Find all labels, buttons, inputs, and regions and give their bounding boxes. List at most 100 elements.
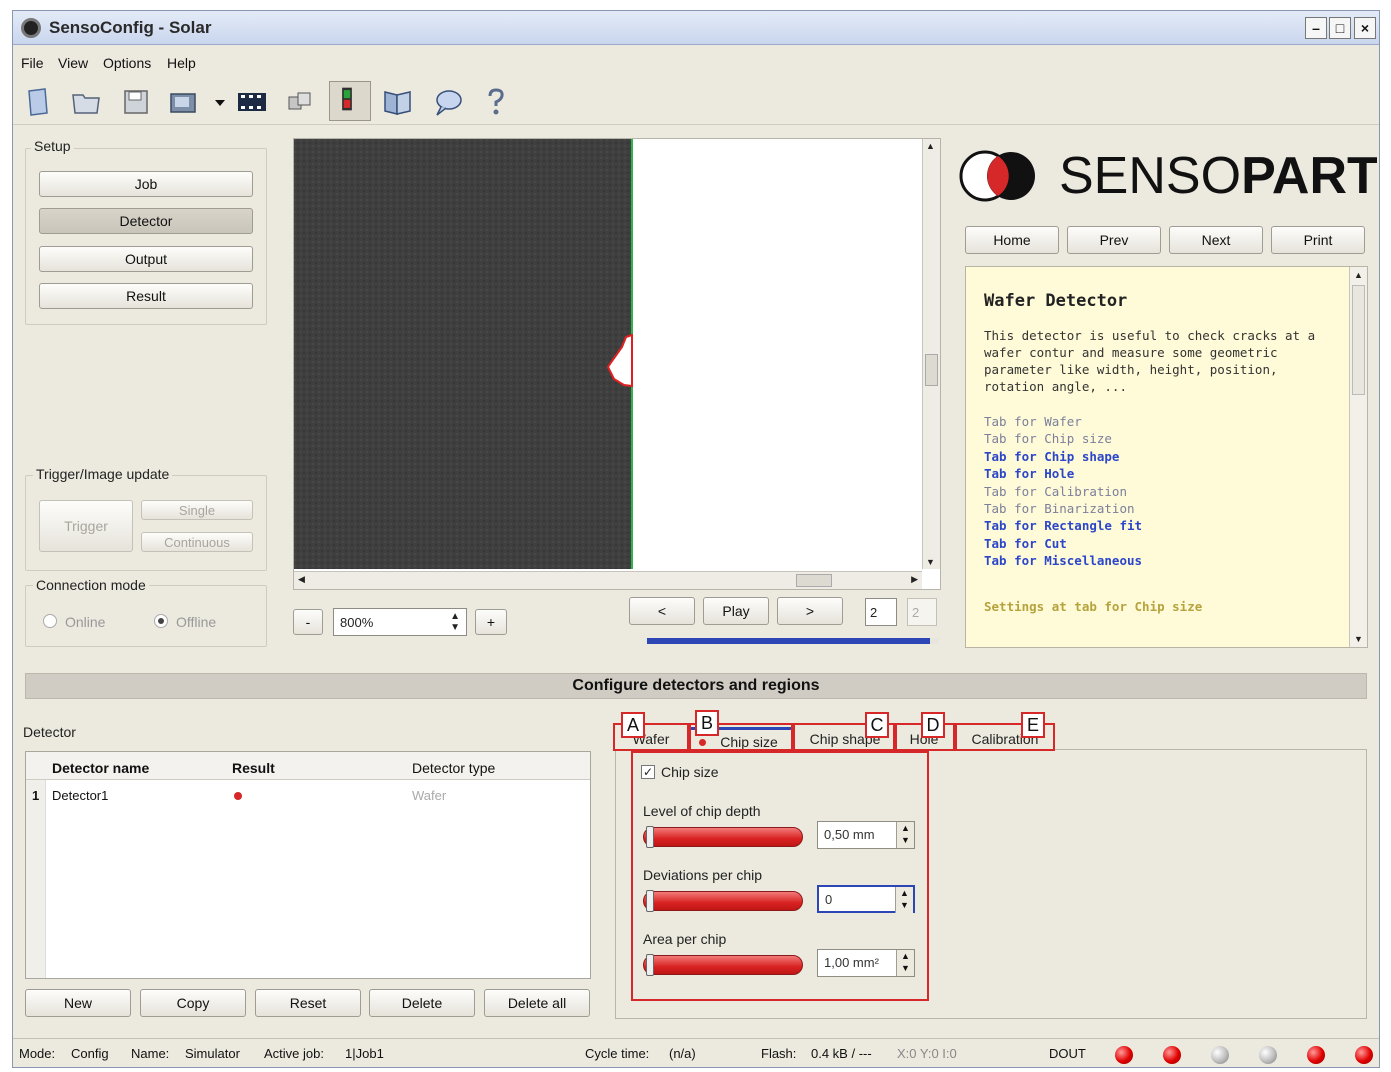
help-panel: Wafer Detector This detector is useful t… (965, 266, 1368, 648)
detector-name-cell[interactable]: Detector1 (52, 788, 108, 803)
next-frame-button[interactable]: > (777, 597, 843, 625)
reset-detector-button[interactable]: Reset (255, 989, 361, 1017)
open-icon[interactable] (69, 85, 103, 119)
deviations-slider[interactable] (643, 890, 803, 912)
chip-depth-value: 0,50 mm (824, 827, 875, 842)
active-job-value: 1|Job1 (345, 1046, 384, 1061)
detector-panel-label: Detector (23, 724, 76, 740)
marker-c: C (865, 712, 889, 738)
title-bar: SensoConfig - Solar – □ × (13, 11, 1379, 45)
save-icon[interactable] (119, 85, 153, 119)
cycle-time-value: (n/a) (669, 1046, 696, 1061)
flash-value: 0.4 kB / --- (811, 1046, 872, 1061)
dout-label: DOUT (1049, 1046, 1086, 1061)
column-detector-name[interactable]: Detector name (52, 760, 149, 776)
area-slider-handle[interactable] (646, 954, 654, 976)
help-link[interactable]: Tab for Miscellaneous (984, 552, 1142, 569)
result-button[interactable]: Result (39, 283, 253, 309)
help-link[interactable]: Tab for Binarization (984, 500, 1142, 517)
help-link[interactable]: Tab for Calibration (984, 483, 1142, 500)
menu-bar: File View Options Help (13, 47, 1379, 75)
new-detector-button[interactable]: New (25, 989, 131, 1017)
help-settings-link[interactable]: Settings at tab for Chip size (984, 599, 1202, 614)
help-prev-button[interactable]: Prev (1067, 226, 1161, 254)
trigger-button[interactable]: Trigger (39, 500, 133, 552)
column-result[interactable]: Result (232, 760, 275, 776)
help-link[interactable]: Tab for Chip shape (984, 448, 1142, 465)
deviations-spinbox[interactable]: 0 ▲ ▼ (817, 885, 915, 913)
help-icon[interactable] (479, 85, 513, 119)
deviations-value: 0 (825, 892, 833, 907)
area-slider[interactable] (643, 954, 803, 976)
mode-value: Config (71, 1046, 109, 1061)
deviations-spin-arrows[interactable]: ▲ ▼ (895, 887, 913, 913)
menu-view[interactable]: View (58, 55, 88, 71)
prev-frame-button[interactable]: < (629, 597, 695, 625)
marker-e: E (1021, 712, 1045, 738)
play-button[interactable]: Play (703, 597, 769, 625)
dropdown-arrow-icon[interactable] (203, 85, 225, 119)
help-next-button[interactable]: Next (1169, 226, 1263, 254)
chip-depth-slider[interactable] (643, 826, 803, 848)
copy-detector-button[interactable]: Copy (140, 989, 246, 1017)
row-index: 1 (32, 788, 40, 803)
area-spinbox[interactable]: 1,00 mm² ▲ ▼ (817, 949, 915, 977)
new-job-icon[interactable] (21, 85, 55, 119)
help-link[interactable]: Tab for Rectangle fit (984, 517, 1142, 534)
chip-size-checkbox[interactable]: ✓ (641, 765, 655, 779)
connection-label: Connection mode (33, 577, 149, 593)
camera-icon[interactable] (167, 85, 201, 119)
help-scrollbar[interactable]: ▲ ▼ (1349, 267, 1367, 647)
help-title: Wafer Detector (984, 291, 1128, 311)
app-window: SensoConfig - Solar – □ × File View Opti… (12, 10, 1380, 1068)
sensor-active-icon[interactable] (329, 81, 371, 121)
delete-all-button[interactable]: Delete all (484, 989, 590, 1017)
single-button[interactable]: Single (141, 500, 253, 520)
online-radio[interactable] (43, 614, 57, 628)
zoom-select[interactable]: 800% ▲ ▼ (333, 608, 467, 636)
deviations-slider-handle[interactable] (646, 890, 654, 912)
filmstrip-icon[interactable] (235, 85, 269, 119)
zoom-in-button[interactable]: + (475, 609, 507, 635)
menu-file[interactable]: File (21, 55, 44, 71)
menu-options[interactable]: Options (103, 55, 151, 71)
maximize-button[interactable]: □ (1329, 17, 1351, 39)
vertical-scrollbar[interactable]: ▲ ▼ (922, 139, 940, 569)
job-button[interactable]: Job (39, 171, 253, 197)
zoom-out-button[interactable]: - (293, 609, 323, 635)
output-button[interactable]: Output (39, 246, 253, 272)
result-status-dot (234, 792, 242, 800)
chip-depth-label: Level of chip depth (643, 803, 761, 819)
detector-button[interactable]: Detector (39, 208, 253, 234)
help-link[interactable]: Tab for Wafer (984, 413, 1142, 430)
close-button[interactable]: × (1354, 17, 1376, 39)
frame-current-field[interactable]: 2 (865, 598, 897, 626)
cubes-icon[interactable] (283, 85, 317, 119)
online-label: Online (65, 614, 106, 630)
image-viewer[interactable]: ▲ ▼ ◀ ▶ (293, 138, 941, 590)
active-job-label: Active job: (264, 1046, 324, 1061)
help-link[interactable]: Tab for Hole (984, 465, 1142, 482)
speech-bubble-icon[interactable] (431, 85, 465, 119)
chip-depth-slider-handle[interactable] (646, 826, 654, 848)
minimize-button[interactable]: – (1305, 17, 1327, 39)
status-bar: Mode: Config Name: Simulator Active job:… (13, 1038, 1379, 1067)
chip-depth-spin-arrows[interactable]: ▲ ▼ (896, 822, 914, 848)
window-title: SensoConfig - Solar (49, 18, 212, 37)
offline-label: Offline (176, 614, 217, 630)
help-print-button[interactable]: Print (1271, 226, 1365, 254)
area-spin-arrows[interactable]: ▲ ▼ (896, 950, 914, 976)
continuous-button[interactable]: Continuous (141, 532, 253, 552)
help-home-button[interactable]: Home (965, 226, 1059, 254)
help-link[interactable]: Tab for Cut (984, 535, 1142, 552)
column-detector-type[interactable]: Detector type (412, 760, 495, 776)
book-icon[interactable] (381, 85, 415, 119)
delete-detector-button[interactable]: Delete (369, 989, 475, 1017)
chip-depth-spinbox[interactable]: 0,50 mm ▲ ▼ (817, 821, 915, 849)
name-label: Name: (131, 1046, 170, 1061)
dout-led-2 (1163, 1046, 1181, 1064)
offline-radio[interactable] (154, 614, 168, 628)
horizontal-scrollbar[interactable]: ◀ ▶ (294, 571, 922, 589)
menu-help[interactable]: Help (167, 55, 196, 71)
help-link[interactable]: Tab for Chip size (984, 430, 1142, 447)
